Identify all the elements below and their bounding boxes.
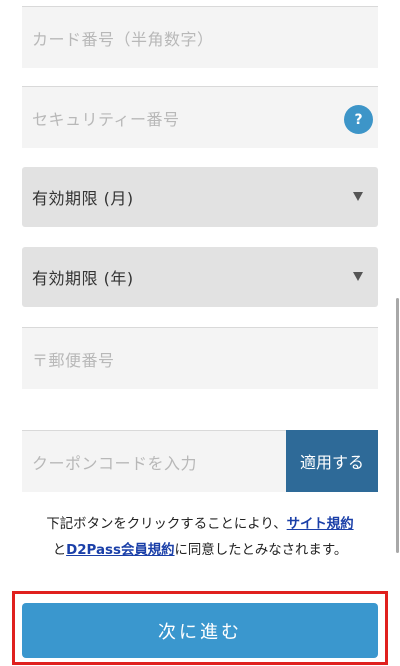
postal-code-field[interactable]: 〒郵便番号 [22,327,378,389]
chevron-down-icon [353,272,363,281]
site-terms-link[interactable]: サイト規約 [287,517,354,532]
card-number-field[interactable]: カード番号（半角数字） [22,6,378,68]
terms-notice: 下記ボタンをクリックすることにより、サイト規約 とD2Pass会員規約に同意した… [22,512,378,564]
security-code-field[interactable]: セキュリティー番号 ? [22,86,378,148]
terms-prefix: 下記ボタンをクリックすることにより、 [46,517,287,532]
d2pass-terms-link[interactable]: D2Pass会員規約 [66,543,174,558]
expiry-year-value: 有効期限 (年) [32,269,134,288]
postal-code-placeholder: 〒郵便番号 [32,350,115,370]
expiry-month-value: 有効期限 (月) [32,189,134,208]
scrollbar[interactable] [396,298,399,553]
coupon-code-placeholder: クーポンコードを入力 [32,453,198,473]
terms-suffix: に同意したとみなされます。 [174,543,348,558]
chevron-down-icon [353,192,363,201]
expiry-month-select[interactable]: 有効期限 (月) [22,167,378,227]
terms-and: と [52,543,67,558]
apply-coupon-button[interactable]: 適用する [286,430,378,492]
card-number-placeholder: カード番号（半角数字） [32,29,214,49]
coupon-code-input[interactable]: クーポンコードを入力 [22,430,286,492]
security-code-placeholder: セキュリティー番号 [32,109,180,129]
expiry-year-select[interactable]: 有効期限 (年) [22,247,378,307]
help-icon[interactable]: ? [344,105,373,134]
next-button[interactable]: 次に進む [22,603,378,658]
